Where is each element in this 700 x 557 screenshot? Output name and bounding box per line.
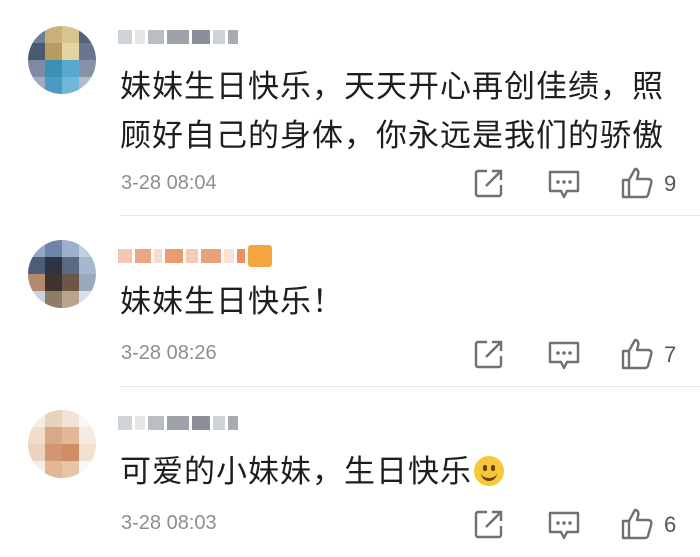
comment-timestamp: 3-28 08:26 — [121, 342, 217, 364]
share-icon[interactable] — [474, 339, 504, 369]
like-count: 9 — [664, 171, 677, 196]
username-blurred[interactable] — [118, 408, 238, 438]
smile-emoji-icon — [474, 456, 504, 486]
share-icon[interactable] — [474, 509, 504, 539]
username-blurred[interactable] — [118, 241, 272, 271]
avatar[interactable] — [28, 410, 96, 478]
like-icon[interactable] — [620, 337, 654, 371]
comment-item: 妹妹生日快乐，天天开心再创佳绩，照顾好自己的身体，你永远是我们的骄傲 3-28 … — [0, 0, 700, 215]
like-count: 6 — [664, 512, 677, 537]
like-icon[interactable] — [620, 507, 654, 541]
comment-icon[interactable] — [547, 340, 581, 372]
comment-icon[interactable] — [547, 510, 581, 542]
like-count: 7 — [664, 342, 677, 367]
username-blurred[interactable] — [118, 22, 238, 52]
comment-text: 妹妹生日快乐，天天开心再创佳绩，照顾好自己的身体，你永远是我们的骄傲 — [120, 69, 664, 154]
comment-item: 妹妹生日快乐！ 3-28 08:26 7 — [0, 215, 700, 386]
comment-timestamp: 3-28 08:04 — [121, 172, 217, 194]
comment-text: 可爱的小妹妹，生日快乐 — [120, 448, 680, 497]
comment-item: 可爱的小妹妹，生日快乐 3-28 08:03 6 — [0, 386, 700, 557]
comment-timestamp: 3-28 08:03 — [121, 512, 217, 534]
avatar[interactable] — [28, 26, 96, 94]
comment-text: 妹妹生日快乐！ — [120, 284, 344, 320]
like-icon[interactable] — [620, 166, 654, 200]
avatar[interactable] — [28, 240, 96, 308]
comment-icon[interactable] — [547, 169, 581, 201]
comment-text-content: 可爱的小妹妹，生日快乐 — [120, 454, 472, 490]
share-icon[interactable] — [474, 168, 504, 198]
